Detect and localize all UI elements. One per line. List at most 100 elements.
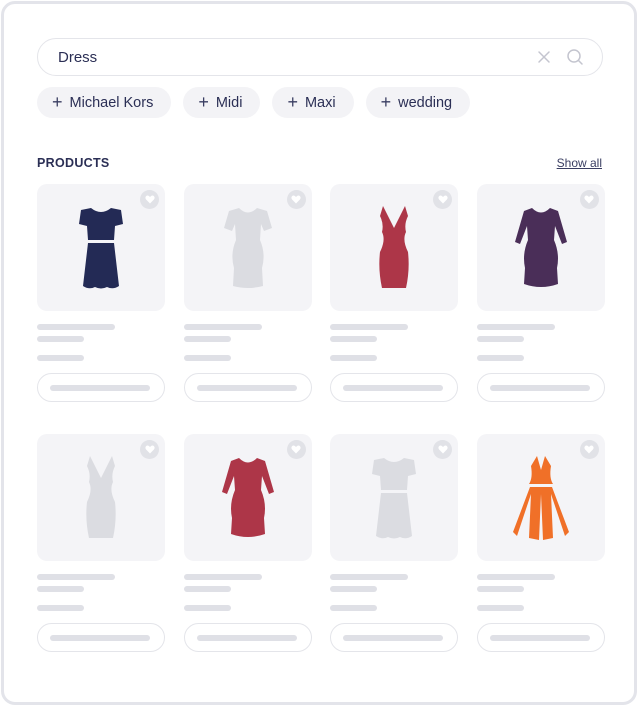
product-image[interactable] (183, 184, 312, 311)
product-card[interactable] (37, 434, 165, 653)
button-label-placeholder (196, 635, 297, 641)
add-to-cart-button[interactable] (476, 373, 605, 402)
chip-label: Michael Kors (69, 94, 154, 111)
plus-icon: + (380, 91, 392, 112)
heart-icon (584, 445, 594, 454)
chip-maxi[interactable]: + Maxi (272, 87, 354, 118)
product-card[interactable] (476, 434, 605, 653)
add-to-cart-button[interactable] (330, 373, 459, 402)
subtitle-placeholder (330, 586, 378, 592)
product-card[interactable] (330, 434, 459, 653)
subtitle-placeholder (37, 586, 84, 592)
add-to-cart-button[interactable] (183, 623, 312, 652)
price-placeholder (476, 605, 524, 611)
add-to-cart-button[interactable] (476, 623, 605, 652)
plus-icon: + (287, 91, 298, 112)
favorite-button[interactable] (579, 440, 599, 459)
chip-label: Midi (215, 94, 243, 111)
heart-icon (584, 195, 594, 204)
heart-icon (291, 445, 301, 454)
title-placeholder (330, 574, 409, 580)
plus-icon: + (198, 91, 209, 112)
dress-icon (86, 456, 116, 538)
product-card[interactable] (183, 434, 312, 653)
favorite-button[interactable] (140, 190, 159, 209)
title-placeholder (37, 324, 115, 330)
product-card[interactable] (183, 184, 312, 403)
subtitle-placeholder (183, 336, 231, 342)
chip-midi[interactable]: + Midi (183, 87, 261, 118)
button-label-placeholder (196, 385, 297, 391)
dress-icon (221, 458, 274, 537)
price-placeholder (330, 355, 378, 361)
button-label-placeholder (343, 385, 444, 391)
product-image[interactable] (330, 434, 459, 561)
favorite-button[interactable] (140, 440, 159, 459)
dress-icon (372, 458, 417, 539)
favorite-button[interactable] (286, 190, 306, 209)
title-placeholder (37, 574, 115, 580)
dress-icon (79, 208, 123, 289)
product-image[interactable] (476, 434, 605, 561)
product-card[interactable] (476, 184, 605, 403)
product-image[interactable] (37, 434, 165, 561)
price-placeholder (330, 605, 378, 611)
subtitle-placeholder (476, 586, 524, 592)
subtitle-placeholder (183, 586, 231, 592)
chip-label: Maxi (304, 94, 336, 111)
chip-label: wedding (398, 94, 453, 111)
dress-icon (512, 456, 569, 540)
show-all-link[interactable]: Show all (557, 156, 602, 170)
add-to-cart-button[interactable] (37, 373, 165, 402)
dress-icon (379, 206, 409, 288)
product-card[interactable] (330, 184, 459, 403)
subtitle-placeholder (37, 336, 84, 342)
product-grid (37, 184, 605, 653)
plus-icon: + (52, 91, 63, 112)
heart-icon (291, 195, 301, 204)
search-bar[interactable] (37, 38, 603, 76)
dress-icon (514, 208, 567, 287)
subtitle-placeholder (476, 336, 524, 342)
close-icon[interactable] (537, 50, 551, 64)
add-to-cart-button[interactable] (330, 623, 459, 652)
button-label-placeholder (50, 635, 150, 641)
button-label-placeholder (50, 385, 150, 391)
price-placeholder (183, 605, 231, 611)
filter-chips: + Michael Kors + Midi + Maxi + wedding (37, 87, 471, 118)
button-label-placeholder (343, 635, 444, 641)
search-icon[interactable] (566, 48, 584, 66)
product-image[interactable] (37, 184, 165, 311)
heart-icon (144, 445, 155, 454)
title-placeholder (183, 324, 262, 330)
button-label-placeholder (489, 635, 590, 641)
dress-icon (223, 208, 272, 288)
products-heading: PRODUCTS (37, 156, 110, 170)
heart-icon (438, 195, 448, 204)
product-card[interactable] (37, 184, 165, 403)
title-placeholder (183, 574, 262, 580)
price-placeholder (37, 355, 84, 361)
price-placeholder (37, 605, 84, 611)
favorite-button[interactable] (286, 440, 306, 459)
subtitle-placeholder (330, 336, 378, 342)
title-placeholder (476, 574, 555, 580)
search-input[interactable] (58, 39, 518, 75)
button-label-placeholder (489, 385, 590, 391)
product-image[interactable] (330, 184, 459, 311)
favorite-button[interactable] (433, 190, 453, 209)
favorite-button[interactable] (433, 440, 453, 459)
add-to-cart-button[interactable] (37, 623, 165, 652)
title-placeholder (330, 324, 409, 330)
chip-michael-kors[interactable]: + Michael Kors (37, 87, 172, 118)
chip-wedding[interactable]: + wedding (365, 87, 471, 118)
price-placeholder (183, 355, 231, 361)
heart-icon (438, 445, 448, 454)
favorite-button[interactable] (579, 190, 599, 209)
product-image[interactable] (183, 434, 312, 561)
title-placeholder (476, 324, 555, 330)
heart-icon (144, 195, 155, 204)
product-image[interactable] (476, 184, 605, 311)
add-to-cart-button[interactable] (183, 373, 312, 402)
price-placeholder (476, 355, 524, 361)
